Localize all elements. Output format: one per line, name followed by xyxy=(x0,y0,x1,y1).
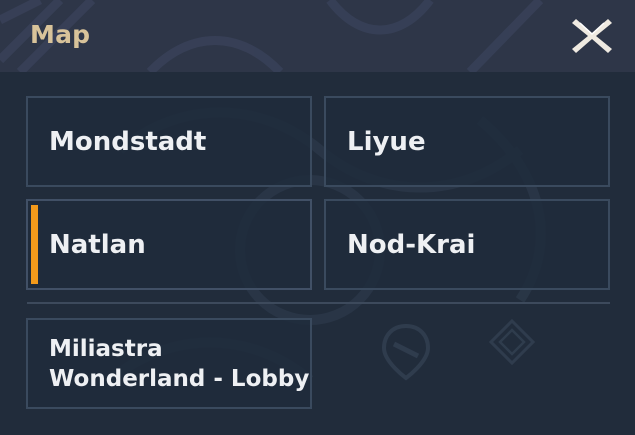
region-label: Miliastra Wonderland - Lobby xyxy=(49,334,309,394)
close-button[interactable] xyxy=(570,15,614,57)
header-bar: Map xyxy=(0,0,635,72)
region-label: Mondstadt xyxy=(49,126,207,157)
region-label-line2: Wonderland - Lobby xyxy=(49,365,310,392)
region-tile-liyue[interactable]: Liyue xyxy=(324,96,610,187)
page-title: Map xyxy=(30,20,91,49)
region-tile-miliastra-wonderland[interactable]: Miliastra Wonderland - Lobby xyxy=(26,318,312,409)
region-tile-nod-krai[interactable]: Nod-Krai xyxy=(324,199,610,290)
map-pin-icon xyxy=(381,323,431,381)
close-x-icon xyxy=(572,19,612,53)
region-label: Nod-Krai xyxy=(347,229,476,260)
diamond-icon xyxy=(488,318,536,366)
region-tile-mondstadt[interactable]: Mondstadt xyxy=(26,96,312,187)
region-label: Liyue xyxy=(347,126,426,157)
map-region-menu: Map Mondstadt Liyue Natlan Nod-Krai Mili… xyxy=(0,0,635,435)
region-label-line1: Miliastra xyxy=(49,335,163,362)
selected-indicator xyxy=(31,205,38,284)
region-label: Natlan xyxy=(49,229,146,260)
section-divider xyxy=(27,302,610,304)
header-pattern xyxy=(0,0,544,72)
region-tile-natlan[interactable]: Natlan xyxy=(26,199,312,290)
